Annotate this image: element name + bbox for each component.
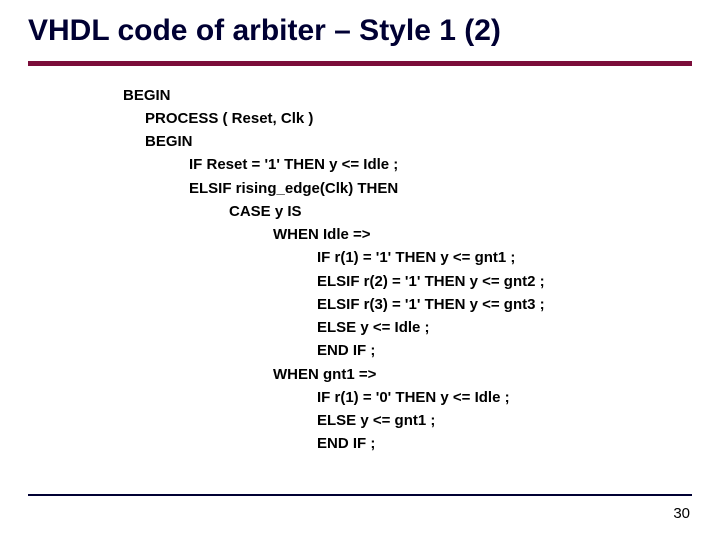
code-line: IF Reset = '1' THEN y <= Idle ; [123, 153, 692, 176]
code-line: IF r(1) = '1' THEN y <= gnt1 ; [123, 246, 692, 269]
slide-title: VHDL code of arbiter – Style 1 (2) [28, 14, 692, 59]
code-line: END IF ; [123, 339, 692, 362]
code-block: BEGIN PROCESS ( Reset, Clk ) BEGIN IF Re… [28, 66, 692, 456]
code-line: WHEN Idle => [123, 223, 692, 246]
footer-rule [28, 494, 692, 496]
code-line: CASE y IS [123, 200, 692, 223]
code-line: ELSE y <= Idle ; [123, 316, 692, 339]
code-line: ELSIF rising_edge(Clk) THEN [123, 177, 692, 200]
code-line: WHEN gnt1 => [123, 363, 692, 386]
code-line: BEGIN [123, 130, 692, 153]
code-line: ELSE y <= gnt1 ; [123, 409, 692, 432]
code-line: ELSIF r(3) = '1' THEN y <= gnt3 ; [123, 293, 692, 316]
code-line: PROCESS ( Reset, Clk ) [123, 107, 692, 130]
code-line: END IF ; [123, 432, 692, 455]
page-number: 30 [673, 505, 690, 522]
code-line: ELSIF r(2) = '1' THEN y <= gnt2 ; [123, 270, 692, 293]
slide: VHDL code of arbiter – Style 1 (2) BEGIN… [0, 0, 720, 540]
code-line: BEGIN [123, 84, 692, 107]
code-line: IF r(1) = '0' THEN y <= Idle ; [123, 386, 692, 409]
